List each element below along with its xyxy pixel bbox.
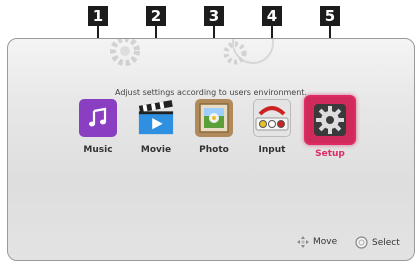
menu-label-input: Input: [258, 145, 286, 155]
menu-item-music[interactable]: Music: [68, 99, 128, 155]
photo-frame-icon: [195, 99, 233, 137]
menu-label-movie: Movie: [140, 145, 172, 155]
music-note-icon: [79, 99, 117, 137]
background-gear-icon: [110, 39, 140, 66]
dpad-icon: [297, 236, 309, 248]
callout-2: 2: [146, 6, 166, 26]
enter-button-icon: [355, 236, 368, 249]
home-menu-screen: Adjust settings according to users envir…: [7, 38, 415, 261]
select-hint: Select: [355, 236, 400, 249]
menu-label-music: Music: [83, 145, 113, 155]
callout-3: 3: [204, 6, 224, 26]
callout-5: 5: [320, 6, 340, 26]
menu-label-setup: Setup: [315, 149, 345, 159]
menu-item-setup[interactable]: Setup: [300, 95, 360, 159]
menu-item-photo[interactable]: Photo: [184, 99, 244, 155]
rca-plug-icon: [253, 99, 291, 137]
menu-label-photo: Photo: [199, 145, 229, 155]
callout-4: 4: [262, 6, 282, 26]
callout-1: 1: [88, 6, 108, 26]
menu-item-input[interactable]: Input: [242, 99, 302, 155]
move-hint-label: Move: [313, 237, 338, 247]
clapperboard-icon: [137, 99, 175, 137]
gear-icon: [304, 95, 356, 145]
select-hint-label: Select: [372, 237, 400, 248]
move-hint: Move: [296, 235, 337, 249]
home-menu-row: Music Movie Photo Input Setup: [8, 95, 414, 179]
background-gear-icon: [223, 39, 274, 65]
menu-item-movie[interactable]: Movie: [126, 99, 186, 155]
